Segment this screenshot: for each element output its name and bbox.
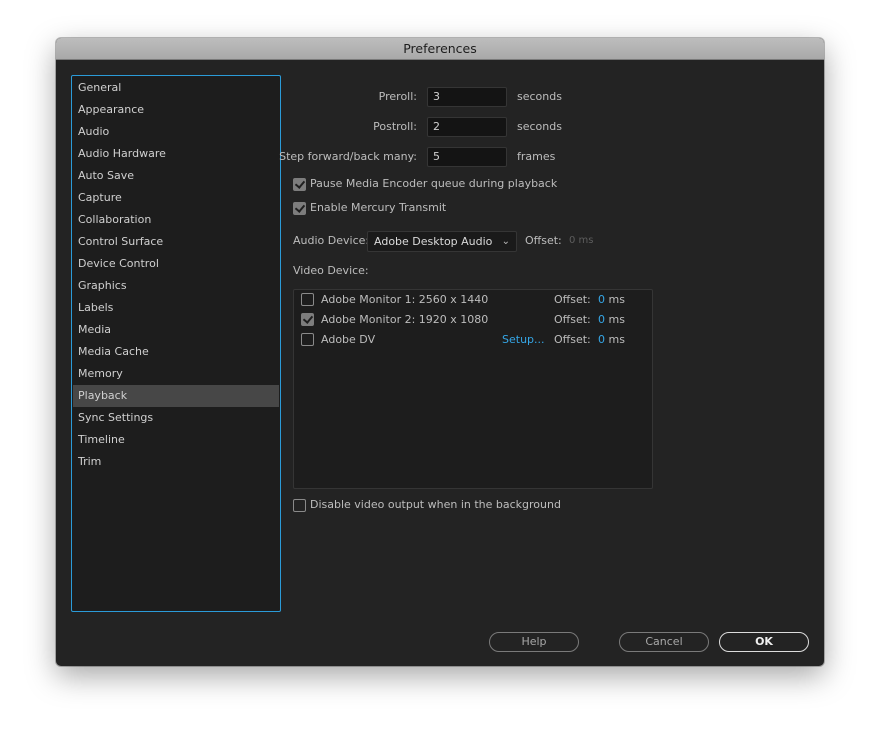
sidebar-item-playback[interactable]: Playback xyxy=(73,385,279,407)
audio-device-selected: Adobe Desktop Audio xyxy=(374,235,493,248)
sidebar-item-sync-settings[interactable]: Sync Settings xyxy=(73,407,279,429)
audio-device-dropdown[interactable]: Adobe Desktop Audio ⌄ xyxy=(367,231,517,252)
video-offset-value[interactable]: 0 ms xyxy=(598,290,625,310)
video-device-name: Adobe Monitor 2: 1920 x 1080 xyxy=(321,313,489,326)
video-device-label: Video Device: xyxy=(293,264,369,277)
audio-offset-value: 0 ms xyxy=(569,235,594,246)
preroll-input[interactable]: 3 xyxy=(427,87,507,107)
sidebar-item-device-control[interactable]: Device Control xyxy=(73,253,279,275)
sidebar-item-auto-save[interactable]: Auto Save xyxy=(73,165,279,187)
cancel-button[interactable]: Cancel xyxy=(619,632,709,652)
disable-bg-output-label: Disable video output when in the backgro… xyxy=(310,498,561,511)
sidebar-item-graphics[interactable]: Graphics xyxy=(73,275,279,297)
preferences-category-list[interactable]: General Appearance Audio Audio Hardware … xyxy=(71,75,281,612)
sidebar-item-capture[interactable]: Capture xyxy=(73,187,279,209)
video-device-row: Adobe Monitor 1: 2560 x 1440 Offset: 0 m… xyxy=(294,290,652,310)
pause-encoder-checkbox[interactable] xyxy=(293,178,306,191)
audio-offset-label: Offset: xyxy=(525,234,562,247)
video-device-row: Adobe DV Setup... Offset: 0 ms xyxy=(294,330,652,350)
mercury-transmit-label: Enable Mercury Transmit xyxy=(310,201,447,214)
postroll-label: Postroll: xyxy=(373,120,417,133)
video-device-checkbox[interactable] xyxy=(301,293,314,306)
video-device-list: Adobe Monitor 1: 2560 x 1440 Offset: 0 m… xyxy=(293,289,653,489)
chevron-down-icon: ⌄ xyxy=(501,236,510,247)
playback-settings-panel: Preroll: 3 seconds Postroll: 2 seconds S… xyxy=(279,38,824,666)
sidebar-item-media-cache[interactable]: Media Cache xyxy=(73,341,279,363)
sidebar-item-timeline[interactable]: Timeline xyxy=(73,429,279,451)
sidebar-item-memory[interactable]: Memory xyxy=(73,363,279,385)
sidebar-item-audio[interactable]: Audio xyxy=(73,121,279,143)
sidebar-item-trim[interactable]: Trim xyxy=(73,451,279,473)
video-device-checkbox[interactable] xyxy=(301,313,314,326)
video-offset-label: Offset: xyxy=(554,313,591,326)
sidebar-item-appearance[interactable]: Appearance xyxy=(73,99,279,121)
preferences-dialog: Preferences General Appearance Audio Aud… xyxy=(56,38,824,666)
video-offset-label: Offset: xyxy=(554,293,591,306)
video-device-name: Adobe DV xyxy=(321,333,376,346)
step-frames-input[interactable]: 5 xyxy=(427,147,507,167)
help-button[interactable]: Help xyxy=(489,632,579,652)
postroll-unit: seconds xyxy=(517,120,562,133)
sidebar-item-labels[interactable]: Labels xyxy=(73,297,279,319)
sidebar-item-collaboration[interactable]: Collaboration xyxy=(73,209,279,231)
ok-button[interactable]: OK xyxy=(719,632,809,652)
video-device-name: Adobe Monitor 1: 2560 x 1440 xyxy=(321,293,489,306)
video-offset-value[interactable]: 0 ms xyxy=(598,310,625,330)
pause-encoder-label: Pause Media Encoder queue during playbac… xyxy=(310,177,558,190)
sidebar-item-audio-hardware[interactable]: Audio Hardware xyxy=(73,143,279,165)
sidebar-item-control-surface[interactable]: Control Surface xyxy=(73,231,279,253)
step-unit: frames xyxy=(517,150,556,163)
audio-device-label: Audio Device: xyxy=(293,234,370,247)
disable-bg-output-checkbox[interactable] xyxy=(293,499,306,512)
step-label: Step forward/back many: xyxy=(279,150,417,163)
sidebar-item-media[interactable]: Media xyxy=(73,319,279,341)
postroll-input[interactable]: 2 xyxy=(427,117,507,137)
setup-link[interactable]: Setup... xyxy=(502,330,545,350)
video-device-checkbox[interactable] xyxy=(301,333,314,346)
sidebar-item-general[interactable]: General xyxy=(73,77,279,99)
video-offset-value[interactable]: 0 ms xyxy=(598,330,625,350)
video-offset-label: Offset: xyxy=(554,333,591,346)
mercury-transmit-checkbox[interactable] xyxy=(293,202,306,215)
preroll-label: Preroll: xyxy=(378,90,417,103)
video-device-row: Adobe Monitor 2: 1920 x 1080 Offset: 0 m… xyxy=(294,310,652,330)
preroll-unit: seconds xyxy=(517,90,562,103)
